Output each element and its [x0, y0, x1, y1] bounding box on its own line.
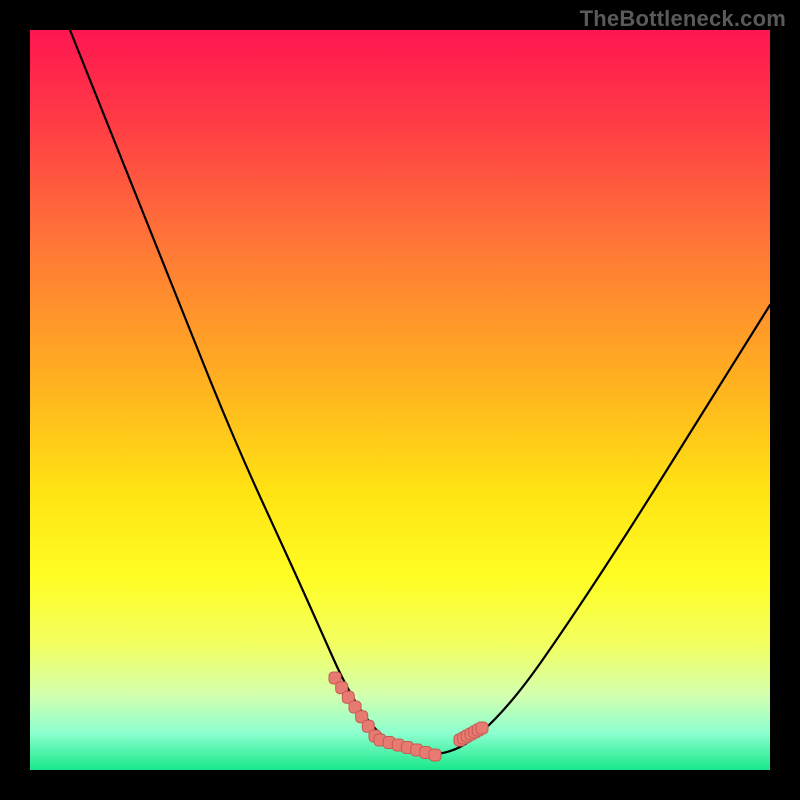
- outer-black-frame: TheBottleneck.com: [0, 0, 800, 800]
- trough-marker: [429, 749, 441, 761]
- trough-markers-group: [329, 672, 488, 761]
- trough-marker: [476, 722, 488, 734]
- bottleneck-curve: [70, 30, 770, 754]
- plot-area: [30, 30, 770, 770]
- watermark-text: TheBottleneck.com: [580, 6, 786, 32]
- chart-svg: [30, 30, 770, 770]
